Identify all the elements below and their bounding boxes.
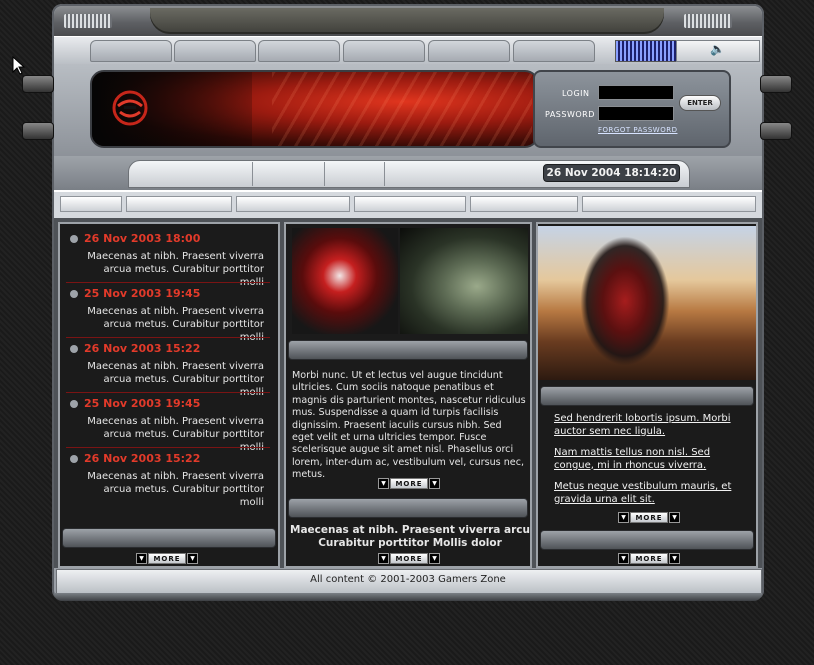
arrow-down-icon[interactable]: ▼ — [618, 553, 629, 564]
news-date[interactable]: 25 Nov 2003 19:45 — [84, 287, 200, 300]
clip-right-bottom — [760, 122, 792, 140]
vent-grille-left — [64, 14, 112, 28]
login-label: LOGIN — [562, 89, 590, 98]
nav-tab-4[interactable] — [343, 40, 425, 62]
arrow-down-icon[interactable]: ▼ — [378, 478, 389, 489]
article-link[interactable]: Metus neque vestibulum mauris, et gravid… — [554, 481, 750, 506]
news-date[interactable]: 26 Nov 2003 15:22 — [84, 452, 200, 465]
links-title-bar — [540, 386, 754, 406]
news-date[interactable]: 25 Nov 2003 19:45 — [84, 397, 200, 410]
site-logo-icon[interactable] — [112, 90, 148, 126]
news-footer-bar — [62, 528, 276, 548]
article-link[interactable]: Nam mattis tellus non nisl. Sed congue, … — [554, 447, 750, 472]
arrow-down-icon[interactable]: ▼ — [618, 512, 629, 523]
feature-image-monster[interactable] — [400, 228, 528, 334]
sub-nav-divider — [324, 162, 325, 186]
arrow-down-icon[interactable]: ▼ — [136, 553, 147, 564]
nav-tab-6[interactable] — [513, 40, 595, 62]
more-label[interactable]: MORE — [630, 512, 668, 523]
feature-title-bar — [288, 340, 528, 360]
arrow-down-icon[interactable]: ▼ — [669, 512, 680, 523]
news-text: Maecenas at nibh. Praesent viverra arcua… — [87, 416, 264, 453]
article-link[interactable]: Sed hendrerit lobortis ipsum. Morbi auct… — [554, 413, 750, 438]
news-more-button[interactable]: ▼ MORE ▼ — [136, 553, 198, 564]
copyright-text: All content © 2001-2003 Gamers Zone — [310, 574, 506, 585]
feature-image-warrior[interactable] — [292, 228, 398, 334]
feature-paragraph: Morbi nunc. Ut et lectus vel augue tinci… — [292, 370, 526, 481]
right-footer-bar — [540, 530, 754, 550]
arrow-down-icon[interactable]: ▼ — [378, 553, 389, 564]
right-more-button[interactable]: ▼ MORE ▼ — [618, 553, 680, 564]
nav-tab-3[interactable] — [258, 40, 340, 62]
strip-segment — [470, 196, 578, 212]
arrow-down-icon[interactable]: ▼ — [429, 478, 440, 489]
password-input[interactable] — [598, 106, 674, 121]
clip-left-bottom — [22, 122, 54, 140]
second-more-button[interactable]: ▼ MORE ▼ — [378, 553, 440, 564]
password-label: PASSWORD — [545, 110, 595, 119]
nav-tab-2[interactable] — [174, 40, 256, 62]
sub-nav-divider — [384, 162, 385, 186]
strip-segment — [582, 196, 756, 212]
second-feature-text: Maecenas at nibh. Praesent viverra arcu … — [290, 524, 531, 549]
news-bullet-icon — [70, 290, 78, 298]
sub-nav-divider — [252, 162, 253, 186]
arrow-down-icon[interactable]: ▼ — [429, 553, 440, 564]
news-separator — [66, 337, 270, 338]
news-bullet-icon — [70, 400, 78, 408]
second-feature-bar — [288, 498, 528, 518]
mouse-cursor-icon — [12, 56, 26, 75]
top-bar-texture — [150, 8, 664, 34]
vent-grille-right — [684, 14, 732, 28]
clip-left-top — [22, 75, 54, 93]
feature-more-button[interactable]: ▼ MORE ▼ — [378, 478, 440, 489]
nav-tab-1[interactable] — [90, 40, 172, 62]
news-text: Maecenas at nibh. Praesent viverra arcua… — [87, 251, 264, 288]
links-more-button[interactable]: ▼ MORE ▼ — [618, 512, 680, 523]
banner — [90, 70, 539, 148]
nav-tab-5[interactable] — [428, 40, 510, 62]
strip-segment — [236, 196, 350, 212]
more-label[interactable]: MORE — [390, 553, 428, 564]
news-text: Maecenas at nibh. Praesent viverra arcua… — [87, 361, 264, 398]
robot-figure — [580, 236, 670, 366]
strip-segment — [126, 196, 232, 212]
news-text: Maecenas at nibh. Praesent viverra arcua… — [87, 471, 264, 508]
more-label[interactable]: MORE — [148, 553, 186, 564]
news-bullet-icon — [70, 455, 78, 463]
news-separator — [66, 282, 270, 283]
arrow-down-icon[interactable]: ▼ — [187, 553, 198, 564]
speaker-icon[interactable]: 🔈 — [710, 42, 725, 56]
news-separator — [66, 447, 270, 448]
clip-right-top — [760, 75, 792, 93]
news-date[interactable]: 26 Nov 2003 18:00 — [84, 232, 200, 245]
news-bullet-icon — [70, 345, 78, 353]
datetime-display: 26 Nov 2004 18:14:20 — [543, 164, 680, 182]
enter-button[interactable]: ENTER — [679, 95, 721, 111]
forgot-password-link[interactable]: FORGOT PASSWORD — [598, 126, 677, 134]
strip-segment — [354, 196, 466, 212]
more-label[interactable]: MORE — [630, 553, 668, 564]
strip-segment — [60, 196, 122, 212]
news-text: Maecenas at nibh. Praesent viverra arcua… — [87, 306, 264, 343]
frame-bottom — [54, 593, 762, 601]
login-input[interactable] — [598, 85, 674, 100]
more-label[interactable]: MORE — [390, 478, 428, 489]
news-separator — [66, 392, 270, 393]
news-bullet-icon — [70, 235, 78, 243]
news-date[interactable]: 26 Nov 2003 15:22 — [84, 342, 200, 355]
audio-equalizer — [615, 40, 677, 62]
banner-fineprint — [166, 124, 466, 136]
arrow-down-icon[interactable]: ▼ — [669, 553, 680, 564]
